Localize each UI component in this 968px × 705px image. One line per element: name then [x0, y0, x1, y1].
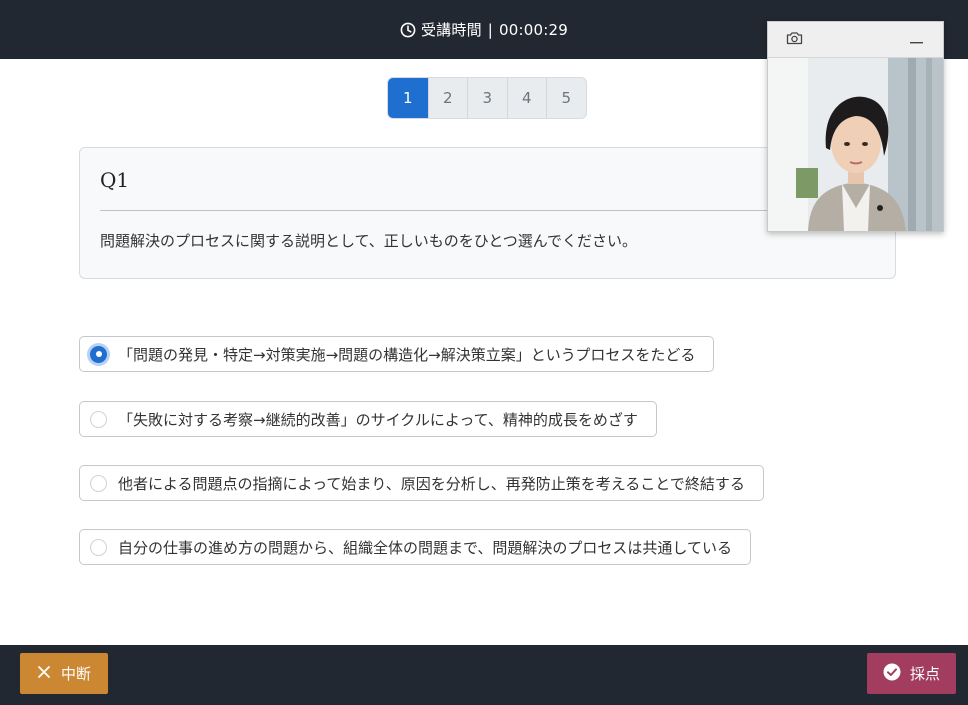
page-button-5[interactable]: 5	[546, 78, 586, 118]
grade-button-label: 採点	[909, 665, 940, 683]
radio-button[interactable]	[90, 474, 107, 492]
clock-icon	[400, 22, 416, 38]
answer-option-3[interactable]: 他者による問題点の指摘によって始まり、原因を分析し、再発防止策を考えることで終結…	[79, 465, 764, 501]
stop-button-label: 中断	[60, 665, 91, 683]
question-divider	[100, 210, 875, 211]
answer-option-label: 他者による問題点の指摘によって始まり、原因を分析し、再発防止策を考えることで終結…	[118, 474, 745, 493]
check-circle-icon	[883, 663, 901, 685]
timer-separator: |	[487, 20, 494, 39]
video-feed	[768, 58, 943, 231]
question-number: Q1	[100, 168, 130, 192]
minimize-icon[interactable]	[910, 30, 923, 49]
radio-button[interactable]	[90, 410, 107, 428]
bottom-bar	[0, 645, 968, 705]
page-button-2[interactable]: 2	[427, 78, 468, 118]
camera-icon[interactable]	[786, 30, 803, 49]
page-button-1[interactable]: 1	[388, 78, 428, 118]
answer-option-label: 「失敗に対する考察→継続的改善」のサイクルによって、精神的成長をめざす	[118, 410, 638, 429]
answer-option-4[interactable]: 自分の仕事の進め方の問題から、組織全体の問題まで、問題解決のプロセスは共通してい…	[79, 529, 751, 565]
timer-value: 00:00:29	[499, 20, 569, 39]
radio-button-selected[interactable]	[90, 345, 107, 363]
timer-label: 受講時間	[420, 21, 482, 39]
answer-option-2[interactable]: 「失敗に対する考察→継続的改善」のサイクルによって、精神的成長をめざす	[79, 401, 657, 437]
video-panel-header[interactable]	[768, 22, 943, 58]
video-panel[interactable]	[767, 21, 944, 232]
grade-button[interactable]: 採点	[867, 653, 956, 694]
question-pagination: 1 2 3 4 5	[387, 77, 587, 119]
close-icon	[37, 665, 51, 683]
answer-option-label: 「問題の発見・特定→対策実施→問題の構造化→解決策立案」というプロセスをたどる	[118, 345, 696, 364]
answer-option-label: 自分の仕事の進め方の問題から、組織全体の問題まで、問題解決のプロセスは共通してい…	[118, 538, 732, 557]
page-button-4[interactable]: 4	[506, 78, 547, 118]
stop-button[interactable]: 中断	[20, 653, 108, 694]
answer-option-1[interactable]: 「問題の発見・特定→対策実施→問題の構造化→解決策立案」というプロセスをたどる	[79, 336, 715, 372]
question-text: 問題解決のプロセスに関する説明として、正しいものをひとつ選んでください。	[100, 232, 638, 250]
radio-button[interactable]	[90, 538, 107, 556]
page-button-3[interactable]: 3	[467, 78, 507, 118]
